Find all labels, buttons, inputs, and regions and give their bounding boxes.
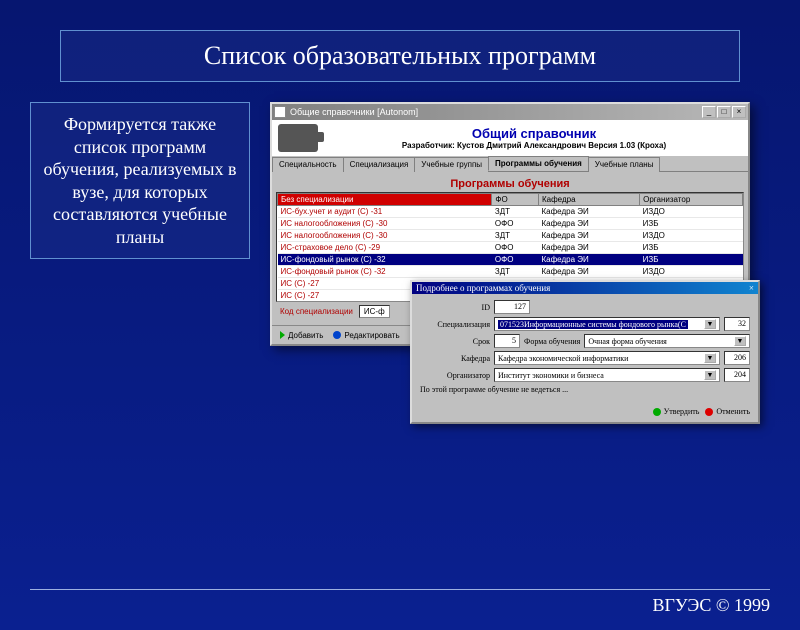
dialog-close-button[interactable]: ×	[749, 283, 754, 293]
footer-text: ВГУЭС © 1999	[653, 595, 770, 616]
add-button[interactable]: Добавить	[280, 330, 323, 340]
table-row[interactable]: ИС-бух.учет и аудит (С) -31ЗДТКафедра ЭИ…	[278, 206, 743, 218]
app-header-sub: Разработчик: Кустов Дмитрий Александрови…	[326, 141, 742, 150]
footer-divider	[30, 589, 770, 590]
table-row[interactable]: ИС-фондовый рынок (С) -32ЗДТКафедра ЭИИЗ…	[278, 266, 743, 278]
cancel-button[interactable]: Отменить	[705, 407, 750, 416]
col-header[interactable]: Без специализации	[278, 194, 492, 206]
slide-title: Список образовательных программ	[61, 41, 739, 71]
spec-select[interactable]: 071523Информационные системы фондового р…	[494, 317, 720, 331]
table-row[interactable]: ИС налогообложения (С) -30ОФОКафедра ЭИИ…	[278, 218, 743, 230]
dialog-title: Подробнее о программах обучения ×	[412, 282, 758, 294]
id-field[interactable]: 127	[494, 300, 530, 314]
confirm-button[interactable]: Утвердить	[653, 407, 700, 416]
close-button[interactable]: ×	[732, 106, 746, 118]
term-label: Срок	[420, 337, 490, 346]
spec-code-label: Код специализации	[280, 307, 353, 316]
maximize-button[interactable]: □	[717, 106, 731, 118]
tabs: СпециальностьСпециализацияУчебные группы…	[272, 156, 748, 172]
camera-icon	[278, 124, 318, 152]
col-header[interactable]: Организатор	[640, 194, 743, 206]
chevron-down-icon[interactable]: ▼	[704, 353, 716, 363]
term-field[interactable]: 5	[494, 334, 520, 348]
window-title: Общие справочники [Autonom]	[290, 107, 701, 117]
app-header: Общий справочник Разработчик: Кустов Дми…	[272, 120, 748, 156]
org-label: Организатор	[420, 371, 490, 380]
kaf-num-field[interactable]: 206	[724, 351, 750, 365]
col-header[interactable]: ФО	[492, 194, 539, 206]
kaf-select[interactable]: Кафедра экономической информатики▼	[494, 351, 720, 365]
app-icon	[274, 106, 286, 118]
app-header-title: Общий справочник	[326, 126, 742, 141]
table-row[interactable]: ИС налогообложения (С) -30ЗДТКафедра ЭИИ…	[278, 230, 743, 242]
form-label: Форма обучения	[524, 337, 580, 346]
spec-code-field[interactable]: ИС-ф	[359, 305, 390, 318]
tab-0[interactable]: Специальность	[272, 157, 344, 172]
minimize-button[interactable]: _	[702, 106, 716, 118]
spec-label: Специализация	[420, 320, 490, 329]
id-label: ID	[420, 303, 490, 312]
tab-3[interactable]: Программы обучения	[488, 156, 589, 171]
org-select[interactable]: Институт экономики и бизнеса▼	[494, 368, 720, 382]
form-select[interactable]: Очная форма обучения▼	[584, 334, 750, 348]
titlebar: Общие справочники [Autonom] _ □ ×	[272, 104, 748, 120]
kaf-label: Кафедра	[420, 354, 490, 363]
slide-title-box: Список образовательных программ	[60, 30, 740, 82]
chevron-down-icon[interactable]: ▼	[734, 336, 746, 346]
dialog-note: По этой программе обучение не ведеться .…	[420, 385, 568, 394]
chevron-down-icon[interactable]: ▼	[704, 370, 716, 380]
panel-title: Программы обучения	[276, 176, 744, 192]
chevron-down-icon[interactable]: ▼	[704, 319, 716, 329]
col-header[interactable]: Кафедра	[538, 194, 639, 206]
table-row[interactable]: ИС-фондовый рынок (С) -32ОФОКафедра ЭИИЗ…	[278, 254, 743, 266]
table-row[interactable]: ИС-страховое дело (С) -29ОФОКафедра ЭИИЗ…	[278, 242, 743, 254]
tab-1[interactable]: Специализация	[343, 157, 416, 172]
edit-button[interactable]: Редактировать	[333, 330, 399, 340]
org-num-field[interactable]: 204	[724, 368, 750, 382]
details-dialog: Подробнее о программах обучения × ID 127…	[410, 280, 760, 424]
tab-4[interactable]: Учебные планы	[588, 157, 661, 172]
description-text: Формируется также список программ обучен…	[30, 102, 250, 259]
tab-2[interactable]: Учебные группы	[414, 157, 489, 172]
spec-num-field[interactable]: 32	[724, 317, 750, 331]
